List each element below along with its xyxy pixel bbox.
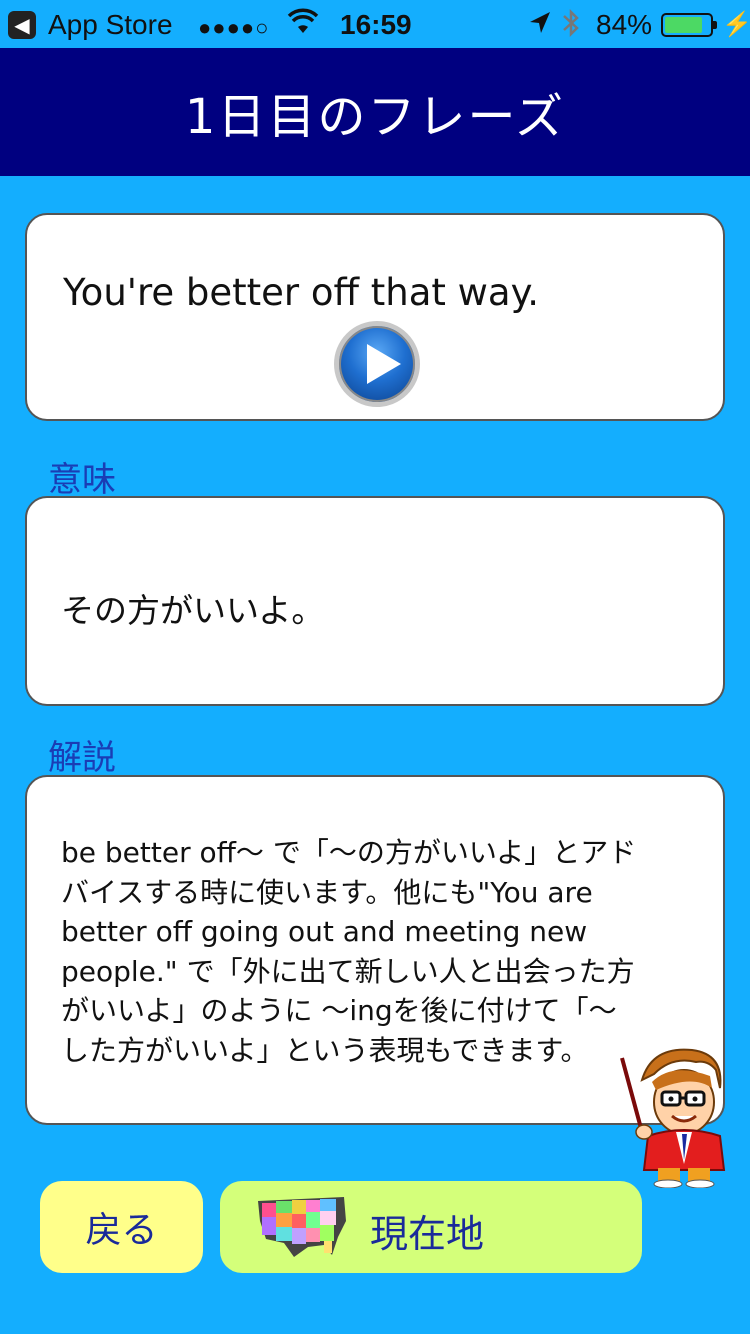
battery-percent: 84% [596,9,653,40]
back-to-app-store-label[interactable]: App Store [48,8,173,42]
location-arrow-icon [526,8,552,46]
current-location-button[interactable]: 現在地 [220,1181,642,1273]
play-audio-button[interactable] [334,321,420,407]
battery-fill [665,17,702,33]
battery-icon [661,13,717,37]
status-time: 16:59 [340,9,412,40]
explanation-text: be better off〜 で「〜の方がいいよ」とアド バイスする時に使います… [61,836,637,1067]
meaning-card: その方がいいよ。 [25,496,725,706]
back-to-app-store-icon[interactable]: ◀ [8,11,36,39]
phrase-card: You're better off that way. [25,213,725,421]
usa-map-icon [258,1197,346,1257]
meaning-label: 意味 [48,460,116,500]
teacher-mascot-icon [620,1048,726,1188]
charging-bolt-icon: ⚡ [722,11,750,38]
bluetooth-icon [560,6,582,48]
wifi-icon [287,6,319,46]
current-location-button-label: 現在地 [370,1212,485,1256]
signal-strength-icon: ●●●●○ [198,15,270,40]
page-title: 1日目のフレーズ [184,89,566,145]
play-icon [367,344,401,384]
meaning-text: その方がいいよ。 [61,591,325,630]
phrase-text: You're better off that way. [63,271,539,314]
nav-bar: 1日目のフレーズ [0,48,750,176]
back-button[interactable]: 戻る [40,1181,203,1273]
back-button-label: 戻る [85,1210,158,1251]
explanation-label: 解説 [48,738,116,778]
status-bar: ◀ App Store ●●●●○ 16:59 84% ⚡ [0,0,750,48]
battery-nub [713,21,717,29]
